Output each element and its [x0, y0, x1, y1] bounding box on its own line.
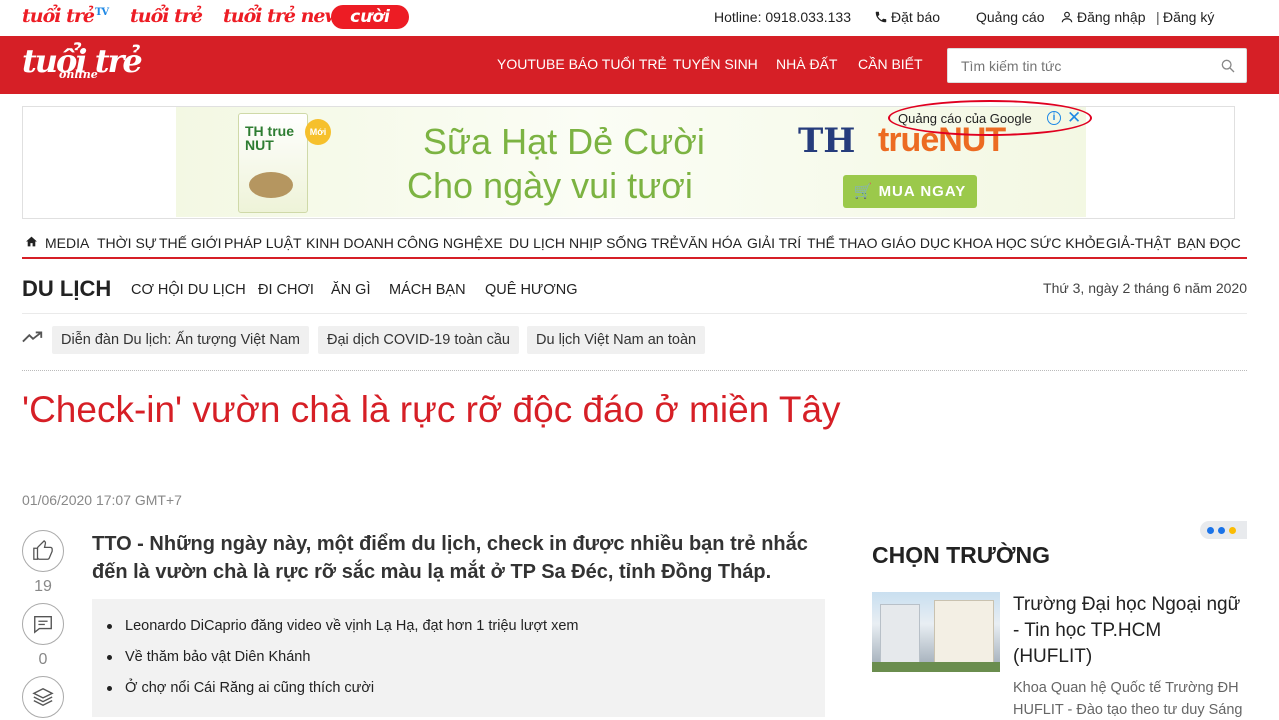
cat-the-gioi[interactable]: THẾ GIỚI: [159, 235, 222, 251]
search-icon[interactable]: [1220, 58, 1236, 74]
cat-cong-nghe[interactable]: CÔNG NGHỆ: [397, 235, 483, 251]
sub-mach-ban[interactable]: MÁCH BẠN: [389, 282, 466, 298]
cat-phap-luat[interactable]: PHÁP LUẬT: [224, 235, 302, 251]
nav-nha-dat[interactable]: NHÀ ĐẤT: [776, 56, 837, 72]
related-label: Leonardo DiCaprio đăng video về vịnh Lạ …: [125, 618, 579, 634]
save-button[interactable]: [22, 676, 64, 718]
related-item[interactable]: Về thăm bảo vật Diên Khánh: [107, 649, 310, 665]
related-label: Ở chợ nổi Cái Răng ai cũng thích cười: [125, 680, 375, 696]
cat-ban-doc[interactable]: BẠN ĐỌC: [1177, 235, 1241, 251]
main-header: tuổi trẻ online YOUTUBE BÁO TUỔI TRẺ TUY…: [0, 36, 1279, 94]
info-icon[interactable]: i: [1047, 111, 1061, 125]
school-thumbnail[interactable]: [872, 592, 1000, 672]
related-box: Leonardo DiCaprio đăng video về vịnh Lạ …: [92, 599, 825, 717]
close-icon[interactable]: ✕: [1067, 108, 1081, 128]
cat-kinh-doanh[interactable]: KINH DOANH: [306, 235, 394, 251]
cat-suc-khoe[interactable]: SỨC KHỎE: [1030, 235, 1105, 251]
cat-media[interactable]: MEDIA: [45, 235, 89, 251]
brand-link-tuoitre-tv[interactable]: tuổi trẻTV: [22, 5, 109, 27]
new-badge: Mới: [305, 119, 331, 145]
tv-badge: TV: [94, 6, 109, 18]
section-title[interactable]: DU LỊCH: [22, 276, 111, 302]
tag-covid-19[interactable]: Đại dịch COVID-19 toàn cầu: [318, 326, 519, 354]
nav-youtube[interactable]: YOUTUBE BÁO TUỔI TRẺ: [497, 56, 667, 72]
more-dots-icon[interactable]: [1200, 521, 1247, 539]
separator: |: [1156, 9, 1160, 25]
divider: [22, 370, 1247, 371]
like-count: 19: [34, 578, 52, 595]
logo-sub: online: [59, 68, 98, 81]
comment-count: 0: [38, 651, 48, 668]
brand-link-tuoitre-cuoi-tuan[interactable]: tuổi trẻ: [130, 5, 203, 27]
ads-link[interactable]: Quảng cáo: [976, 9, 1045, 25]
subscribe-link[interactable]: Đặt báo: [874, 9, 940, 25]
google-ad-label[interactable]: Quảng cáo của Google: [898, 111, 1032, 126]
nut-image: [249, 172, 293, 198]
login-label: Đăng nhập: [1077, 9, 1146, 25]
brand-label: tuổi trẻ: [22, 5, 95, 27]
article-title: 'Check-in' vườn chà là rực rỡ độc đáo ở …: [22, 389, 841, 430]
ad-headline-1: Sữa Hạt Dẻ Cười: [423, 121, 705, 162]
ad-cta-button[interactable]: 🛒 MUA NGAY: [843, 175, 977, 208]
subscribe-label: Đặt báo: [891, 9, 941, 25]
bullet: [107, 685, 112, 691]
related-item[interactable]: Ở chợ nổi Cái Răng ai cũng thích cười: [107, 680, 374, 696]
sub-di-choi[interactable]: ĐI CHƠI: [258, 282, 314, 298]
comment-icon: [34, 615, 52, 634]
product-carton-image: TH true NUT: [238, 113, 308, 213]
cat-gia-that[interactable]: GIẢ-THẬT: [1106, 235, 1171, 251]
search-box: [947, 48, 1247, 83]
like-button[interactable]: [22, 530, 64, 572]
cat-thoi-su[interactable]: THỜI SỰ: [97, 235, 157, 251]
ad-cta-label: MUA NGAY: [878, 183, 967, 200]
current-date: Thứ 3, ngày 2 tháng 6 năm 2020: [1043, 280, 1247, 296]
cat-the-thao[interactable]: THỂ THAO: [807, 235, 878, 251]
tag-du-lich-an-toan[interactable]: Du lịch Việt Nam an toàn: [527, 326, 706, 354]
tag-dien-dan-du-lich[interactable]: Diễn đàn Du lịch: Ấn tượng Việt Nam: [52, 326, 309, 354]
related-item[interactable]: Leonardo DiCaprio đăng video về vịnh Lạ …: [107, 618, 579, 634]
nav-can-biet[interactable]: CẦN BIẾT: [858, 56, 923, 72]
ad-brand-th: TH: [798, 121, 856, 161]
phone-icon: [875, 11, 887, 23]
sidebar-headline[interactable]: Trường Đại học Ngoại ngữ - Tin học TP.HC…: [1013, 592, 1243, 670]
divider: [22, 313, 1247, 314]
login-link[interactable]: Đăng nhập: [1060, 9, 1146, 25]
home-icon[interactable]: [25, 235, 38, 248]
cat-du-lich[interactable]: DU LỊCH: [509, 235, 565, 251]
layers-icon: [32, 687, 54, 707]
cat-xe[interactable]: XE: [484, 235, 503, 251]
related-label: Về thăm bảo vật Diên Khánh: [125, 649, 311, 665]
cat-giai-tri[interactable]: GIẢI TRÍ: [747, 235, 801, 251]
bullet: [107, 623, 112, 629]
sub-an-gi[interactable]: ĂN GÌ: [331, 282, 370, 298]
trending-icon: [22, 331, 43, 343]
cat-giao-duc[interactable]: GIÁO DỤC: [881, 235, 950, 251]
sub-que-huong[interactable]: QUÊ HƯƠNG: [485, 282, 578, 298]
publish-date: 01/06/2020 17:07 GMT+7: [22, 492, 182, 508]
article-sapo: TTO - Những ngày này, một điểm du lịch, …: [92, 533, 808, 583]
bullet: [107, 654, 112, 660]
ad-headline-2: Cho ngày vui tươi: [407, 165, 693, 206]
carton-brand: TH true NUT: [245, 123, 294, 153]
site-logo[interactable]: tuổi trẻ online: [22, 42, 143, 81]
brand-link-cuoi[interactable]: cười: [331, 5, 409, 29]
search-input[interactable]: [948, 49, 1198, 82]
category-nav: MEDIA THỜI SỰ THẾ GIỚI PHÁP LUẬT KINH DO…: [22, 228, 1247, 259]
hotline-text: Hotline: 0918.033.133: [714, 9, 851, 25]
sidebar-title: CHỌN TRƯỜNG: [872, 542, 1050, 568]
register-link[interactable]: Đăng ký: [1163, 9, 1214, 25]
top-bar: tuổi trẻTV tuổi trẻ tuổi trẻ news cười H…: [0, 0, 1279, 36]
comment-button[interactable]: [22, 603, 64, 645]
cat-van-hoa[interactable]: VĂN HÓA: [679, 235, 742, 251]
thumbs-up-icon: [33, 540, 53, 560]
nav-tuyen-sinh[interactable]: TUYỂN SINH: [673, 56, 758, 72]
cat-khoa-hoc[interactable]: KHOA HỌC: [953, 235, 1027, 251]
sidebar-description: Khoa Quan hệ Quốc tế Trường ĐH HUFLIT - …: [1013, 680, 1243, 718]
user-icon: [1061, 11, 1073, 23]
cat-nhip-song-tre[interactable]: NHỊP SỐNG TRẺ: [569, 235, 679, 251]
sub-co-hoi-du-lich[interactable]: CƠ HỘI DU LỊCH: [131, 282, 246, 298]
